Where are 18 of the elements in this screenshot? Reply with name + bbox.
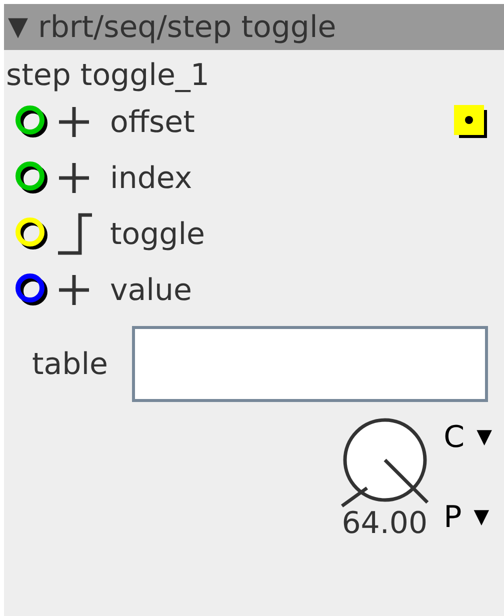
inlet-port-icon[interactable] (14, 216, 50, 252)
object-title: rbrt/seq/step toggle (38, 10, 336, 44)
inlet-label: offset (110, 104, 195, 140)
dropdown-menu[interactable]: C ▼ (444, 420, 492, 455)
table-field[interactable] (132, 326, 488, 402)
inlet-label: toggle (110, 216, 205, 252)
knob-value: 64.00 (342, 506, 428, 541)
inlet-port-icon[interactable] (14, 272, 50, 308)
inlet-port-icon[interactable] (14, 160, 50, 196)
active-marker-icon[interactable] (454, 105, 488, 139)
table-label: table (32, 346, 109, 382)
instance-name: step toggle_1 (5, 57, 211, 94)
inlet-label: value (110, 272, 192, 308)
dropdown-menu[interactable]: P ▼ (444, 500, 492, 535)
inlet-port-icon[interactable] (14, 104, 50, 140)
inlet-label: index (110, 160, 192, 196)
knob[interactable] (340, 418, 430, 508)
collapse-toggle[interactable]: ▼ (8, 12, 28, 42)
